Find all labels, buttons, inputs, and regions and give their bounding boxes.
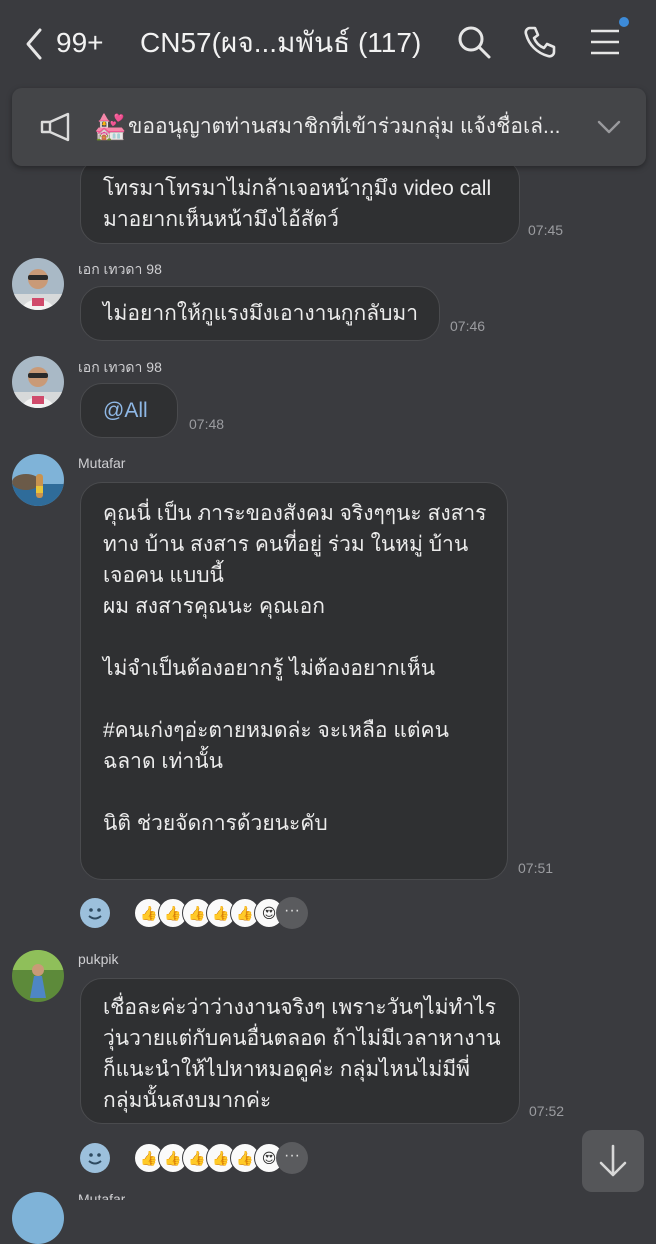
arrow-down-icon: [599, 1144, 627, 1177]
more-reactions-button[interactable]: ···: [276, 1142, 308, 1174]
sender-name: pukpik: [78, 951, 119, 967]
message-line: กลุ่มนั้นสงบมากค่ะ: [103, 1089, 272, 1112]
message-line: มาอยากเห็นหน้ามึงไอ้สัตว์: [103, 208, 339, 231]
reaction-bar[interactable]: 👍 👍 👍 👍 👍 😍 ···: [80, 897, 320, 929]
sender-name: Mutafar: [78, 455, 126, 471]
sender-name: เอก เทวดา 98: [78, 261, 162, 277]
chat-title[interactable]: CN57(ผจ...มพันธ์ (117): [140, 24, 421, 62]
message-time: 07:48: [189, 416, 225, 432]
message-line: ฉลาด เท่านั้น: [103, 750, 223, 773]
message-line: ผม สงสารคุณนะ คุณเอก: [103, 595, 325, 618]
avatar[interactable]: [12, 950, 64, 1002]
message-bubble[interactable]: เชื่อละค่ะว่าว่างงานจริงๆ เพราะวันๆไม่ทำ…: [80, 978, 520, 1124]
phone-icon[interactable]: [520, 22, 560, 62]
message-line: เชื่อละค่ะว่าว่างงานจริงๆ เพราะวันๆไม่ทำ…: [103, 996, 496, 1019]
message-line: คุณนี่ เป็น ภาระของสังคม จริงๆๆนะ สงสาร: [103, 502, 487, 525]
message-line: นิติ ช่วยจัดการด้วยนะคับ: [103, 812, 328, 835]
message-time: 07:45: [528, 222, 564, 238]
mention-all[interactable]: @All: [103, 395, 177, 426]
megaphone-icon: [40, 112, 70, 142]
sender-name: เอก เทวดา 98: [78, 359, 162, 375]
add-reaction-icon[interactable]: [80, 1143, 110, 1173]
message-time: 07:46: [450, 318, 486, 334]
reaction-bar[interactable]: 👍 👍 👍 👍 👍 😍 ···: [80, 1142, 320, 1174]
notification-dot: [619, 17, 629, 27]
search-icon[interactable]: [454, 22, 494, 62]
message-line: โทรมาโทรมาไม่กล้าเจอหน้ากูมึง video call: [103, 177, 492, 200]
chat-header: 99+ CN57(ผจ...มพันธ์ (117): [0, 0, 656, 86]
message-bubble[interactable]: โทรมาโทรมาไม่กล้าเจอหน้ากูมึง video call…: [80, 158, 520, 244]
announcement-text: ขออนุญาตท่านสมาชิกที่เข้าร่วมกลุ่ม แจ้งช…: [128, 115, 561, 138]
message-line: ทาง บ้าน สงสาร คนที่อยู่ ร่วม ในหมู่ บ้า…: [103, 533, 469, 556]
add-reaction-icon[interactable]: [80, 898, 110, 928]
chevron-left-icon[interactable]: [20, 24, 48, 64]
message-line: วุ่นวายแต่กับคนอื่นตลอด ถ้าไม่มีเวลาหางา…: [103, 1027, 501, 1050]
announcement-banner[interactable]: 💒 ขออนุญาตท่านสมาชิกที่เข้าร่วมกลุ่ม แจ้…: [12, 88, 646, 166]
message-line: เจอคน แบบนี้: [103, 564, 224, 587]
message-time: 07:52: [529, 1103, 565, 1119]
scroll-to-bottom-button[interactable]: [582, 1130, 644, 1192]
more-reactions-button[interactable]: ···: [276, 897, 308, 929]
message-bubble[interactable]: คุณนี่ เป็น ภาระของสังคม จริงๆๆนะ สงสาร …: [80, 482, 508, 880]
message-line: #คนเก่งๆอ่ะตายหมดล่ะ จะเหลือ แต่คน: [103, 719, 449, 742]
unread-count[interactable]: 99+: [56, 24, 104, 62]
avatar[interactable]: [12, 258, 64, 310]
sender-name: Mutafar: [78, 1191, 126, 1200]
message-bubble[interactable]: ไม่อยากให้กูแรงมึงเอางานกูกลับมา: [80, 286, 440, 341]
menu-icon[interactable]: [586, 22, 626, 62]
avatar[interactable]: [12, 356, 64, 408]
message-line: ไม่อยากให้กูแรงมึงเอางานกูกลับมา: [103, 302, 419, 325]
message-bubble[interactable]: @All: [80, 383, 178, 438]
avatar[interactable]: [12, 454, 64, 506]
message-time: 07:51: [518, 860, 554, 876]
message-line: ไม่จำเป็นต้องอยากรู้ ไม่ต้องอยากเห็น: [103, 657, 436, 680]
wedding-chapel-icon: 💒: [94, 111, 127, 141]
chevron-down-icon[interactable]: [596, 118, 622, 136]
message-line: ก็แนะนำให้ไปหาหมอดูค่ะ กลุ่มไหนไม่มีพี่: [103, 1058, 471, 1081]
